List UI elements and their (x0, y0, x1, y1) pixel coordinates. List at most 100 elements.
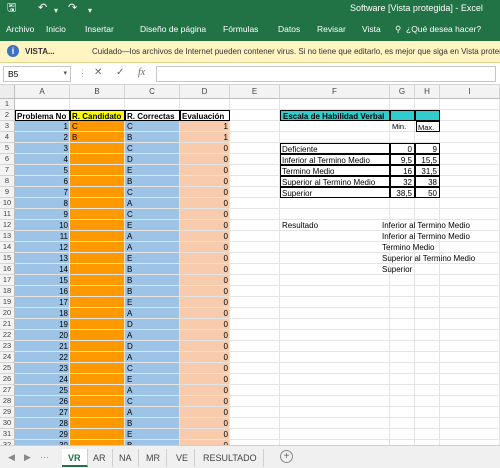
header-problema[interactable]: Problema No (15, 110, 70, 121)
correct-answer-cell[interactable]: A (127, 330, 180, 341)
tab-formulas[interactable]: Fórmulas (223, 24, 258, 34)
row-header-9[interactable]: 9 (0, 187, 15, 198)
row-header-1[interactable]: 1 (0, 99, 15, 110)
correct-answer-cell[interactable]: E (127, 429, 180, 440)
scale-name-cell[interactable]: Termino Medio (280, 165, 390, 176)
row-header-4[interactable]: 4 (0, 132, 15, 143)
problem-number-cell[interactable]: 21 (15, 341, 70, 352)
candidate-answer-cell[interactable]: C (72, 121, 125, 132)
customize-toolbar-icon[interactable]: ▾ (88, 4, 92, 17)
row-header-11[interactable]: 11 (0, 209, 15, 220)
correct-answer-cell[interactable]: E (127, 253, 180, 264)
result-line-cell[interactable]: Inferior al Termino Medio (382, 220, 492, 231)
evaluation-cell[interactable]: 1 (180, 121, 230, 132)
scale-max-cell[interactable]: 50 (415, 187, 440, 198)
row-header-22[interactable]: 22 (0, 330, 15, 341)
scale-min-cell[interactable]: 9,5 (390, 154, 415, 165)
row-header-30[interactable]: 30 (0, 418, 15, 429)
problem-number-cell[interactable]: 5 (15, 165, 70, 176)
correct-answer-cell[interactable]: C (127, 121, 180, 132)
row-header-6[interactable]: 6 (0, 154, 15, 165)
evaluation-cell[interactable]: 0 (180, 165, 230, 176)
row-header-2[interactable]: 2 (0, 110, 15, 121)
evaluation-cell[interactable]: 0 (180, 319, 230, 330)
correct-answer-cell[interactable]: A (127, 308, 180, 319)
scale-min-label[interactable]: Min. (392, 121, 415, 132)
evaluation-cell[interactable]: 0 (180, 143, 230, 154)
problem-number-cell[interactable]: 25 (15, 385, 70, 396)
correct-answer-cell[interactable]: B (127, 176, 180, 187)
problem-number-cell[interactable]: 29 (15, 429, 70, 440)
scale-name-cell[interactable]: Inferior al Termino Medio (280, 154, 390, 165)
evaluation-cell[interactable]: 0 (180, 187, 230, 198)
scale-name-cell[interactable]: Superior al Termino Medio (280, 176, 390, 187)
evaluation-cell[interactable]: 0 (180, 396, 230, 407)
problem-number-cell[interactable]: 23 (15, 363, 70, 374)
row-header-21[interactable]: 21 (0, 319, 15, 330)
problem-number-cell[interactable]: 6 (15, 176, 70, 187)
evaluation-cell[interactable]: 0 (180, 330, 230, 341)
problem-number-cell[interactable]: 28 (15, 418, 70, 429)
correct-answer-cell[interactable]: C (127, 363, 180, 374)
evaluation-cell[interactable]: 0 (180, 407, 230, 418)
tab-vista[interactable]: Vista (362, 24, 381, 34)
problem-number-cell[interactable]: 10 (15, 220, 70, 231)
tab-inicio[interactable]: Inicio (46, 24, 66, 34)
sheet-tab-resultado[interactable]: RESULTADO (197, 449, 264, 467)
problem-number-cell[interactable]: 17 (15, 297, 70, 308)
problem-number-cell[interactable]: 18 (15, 308, 70, 319)
correct-answer-cell[interactable]: B (127, 132, 180, 143)
name-box-dropdown-icon[interactable]: ▾ (63, 69, 67, 77)
insert-function-icon[interactable]: fx (138, 67, 145, 78)
evaluation-cell[interactable]: 0 (180, 231, 230, 242)
evaluation-cell[interactable]: 0 (180, 264, 230, 275)
row-header-20[interactable]: 20 (0, 308, 15, 319)
scale-min-cell[interactable]: 16 (390, 165, 415, 176)
row-header-26[interactable]: 26 (0, 374, 15, 385)
correct-answer-cell[interactable]: A (127, 242, 180, 253)
row-header-16[interactable]: 16 (0, 264, 15, 275)
row-header-29[interactable]: 29 (0, 407, 15, 418)
problem-number-cell[interactable]: 4 (15, 154, 70, 165)
scale-max-cell[interactable]: 15,5 (415, 154, 440, 165)
row-header-23[interactable]: 23 (0, 341, 15, 352)
column-header-i[interactable]: I (440, 85, 500, 99)
problem-number-cell[interactable]: 14 (15, 264, 70, 275)
problem-number-cell[interactable]: 15 (15, 275, 70, 286)
row-header-5[interactable]: 5 (0, 143, 15, 154)
problem-number-cell[interactable]: 22 (15, 352, 70, 363)
formula-input[interactable] (156, 66, 496, 82)
correct-answer-cell[interactable]: A (127, 407, 180, 418)
tab-revisar[interactable]: Revisar (317, 24, 346, 34)
correct-answer-cell[interactable]: E (127, 374, 180, 385)
header-evaluacion[interactable]: Evaluación (180, 110, 230, 121)
result-line-cell[interactable]: Superior al Termino Medio (382, 253, 492, 264)
problem-number-cell[interactable]: 19 (15, 319, 70, 330)
correct-answer-cell[interactable]: E (127, 297, 180, 308)
evaluation-cell[interactable]: 0 (180, 275, 230, 286)
row-header-12[interactable]: 12 (0, 220, 15, 231)
scroll-right-icon[interactable]: ▶ (24, 452, 31, 463)
correct-answer-cell[interactable]: E (127, 220, 180, 231)
column-header-b[interactable]: B (70, 85, 125, 99)
evaluation-cell[interactable]: 0 (180, 374, 230, 385)
undo-dropdown-icon[interactable]: ▾ (54, 4, 58, 17)
name-box[interactable]: B5 ▾ (3, 66, 71, 82)
correct-answer-cell[interactable]: B (127, 264, 180, 275)
column-header-c[interactable]: C (125, 85, 180, 99)
sheet-tab-na[interactable]: NA (113, 449, 139, 467)
candidate-answer-cell[interactable]: B (72, 132, 125, 143)
problem-number-cell[interactable]: 26 (15, 396, 70, 407)
evaluation-cell[interactable]: 0 (180, 385, 230, 396)
cancel-icon[interactable]: ✕ (94, 67, 102, 78)
problem-number-cell[interactable]: 9 (15, 209, 70, 220)
correct-answer-cell[interactable]: D (127, 154, 180, 165)
result-line-cell[interactable]: Inferior al Termino Medio (382, 231, 492, 242)
problem-number-cell[interactable]: 7 (15, 187, 70, 198)
row-header-10[interactable]: 10 (0, 198, 15, 209)
evaluation-cell[interactable]: 0 (180, 297, 230, 308)
problem-number-cell[interactable]: 27 (15, 407, 70, 418)
correct-answer-cell[interactable]: C (127, 187, 180, 198)
save-icon[interactable]: 🖫 (7, 2, 16, 15)
evaluation-cell[interactable]: 0 (180, 352, 230, 363)
